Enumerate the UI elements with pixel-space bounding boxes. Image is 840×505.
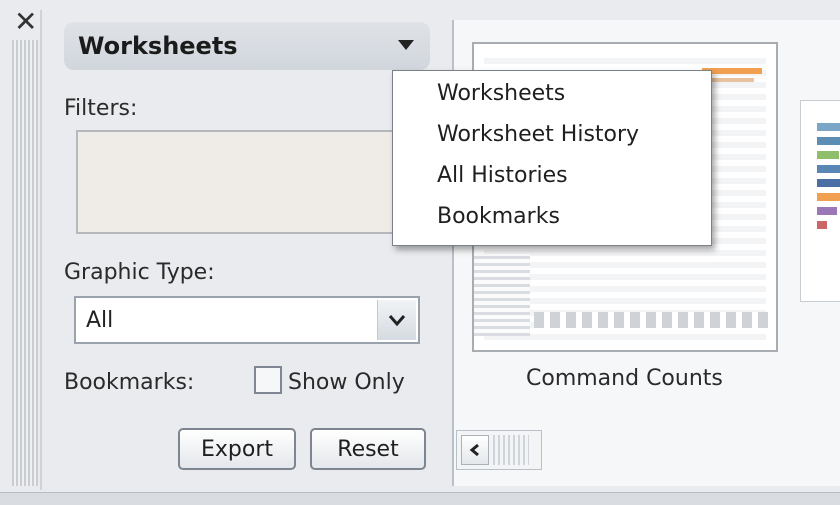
thumbnail-bar bbox=[817, 207, 837, 215]
graphic-type-label: Graphic Type: bbox=[64, 260, 215, 285]
chevron-down-icon[interactable] bbox=[398, 40, 414, 50]
thumbnail-bar bbox=[817, 221, 827, 229]
thumbnail-bar bbox=[817, 165, 840, 173]
filters-label: Filters: bbox=[64, 96, 138, 121]
menu-item-bookmarks[interactable]: Bookmarks bbox=[437, 204, 560, 229]
thumbnail-labels bbox=[474, 254, 530, 336]
thumbnail-caption: Command Counts bbox=[526, 366, 723, 391]
close-icon[interactable]: ✕ bbox=[14, 8, 37, 36]
thumbnail-bar bbox=[712, 78, 754, 82]
chevron-left-icon[interactable] bbox=[461, 435, 489, 465]
menu-item-all-histories[interactable]: All Histories bbox=[437, 163, 568, 188]
chevron-down-icon[interactable] bbox=[377, 300, 416, 340]
thumbnail-axis bbox=[534, 312, 770, 328]
menu-item-worksheets[interactable]: Worksheets bbox=[437, 81, 565, 106]
panel-resize-grip[interactable] bbox=[12, 40, 38, 486]
worksheet-thumbnail[interactable] bbox=[800, 100, 840, 302]
bookmarks-label: Bookmarks: bbox=[64, 370, 195, 395]
graphic-type-select[interactable]: All bbox=[74, 296, 420, 344]
reset-button[interactable]: Reset bbox=[310, 428, 426, 470]
view-dropdown-menu: Worksheets Worksheet History All Histori… bbox=[392, 70, 712, 246]
thumbnail-bar bbox=[817, 151, 839, 159]
graphic-type-value: All bbox=[86, 308, 114, 333]
view-selector-title: Worksheets bbox=[78, 32, 238, 60]
thumbnail-bar bbox=[817, 123, 840, 131]
scrollbar-thumb[interactable] bbox=[493, 435, 529, 465]
show-only-checkbox[interactable] bbox=[254, 366, 282, 394]
view-selector-header[interactable]: Worksheets bbox=[64, 22, 430, 70]
thumbnail-bar bbox=[817, 137, 840, 145]
horizontal-scrollbar[interactable] bbox=[456, 430, 542, 470]
thumbnail-bar bbox=[817, 193, 840, 201]
filters-box[interactable] bbox=[76, 130, 428, 234]
menu-item-worksheet-history[interactable]: Worksheet History bbox=[437, 122, 639, 147]
panel-divider bbox=[40, 10, 42, 490]
thumbnail-bar bbox=[817, 179, 840, 187]
bottom-border bbox=[0, 492, 840, 505]
show-only-label: Show Only bbox=[288, 370, 405, 395]
export-button[interactable]: Export bbox=[178, 428, 296, 470]
